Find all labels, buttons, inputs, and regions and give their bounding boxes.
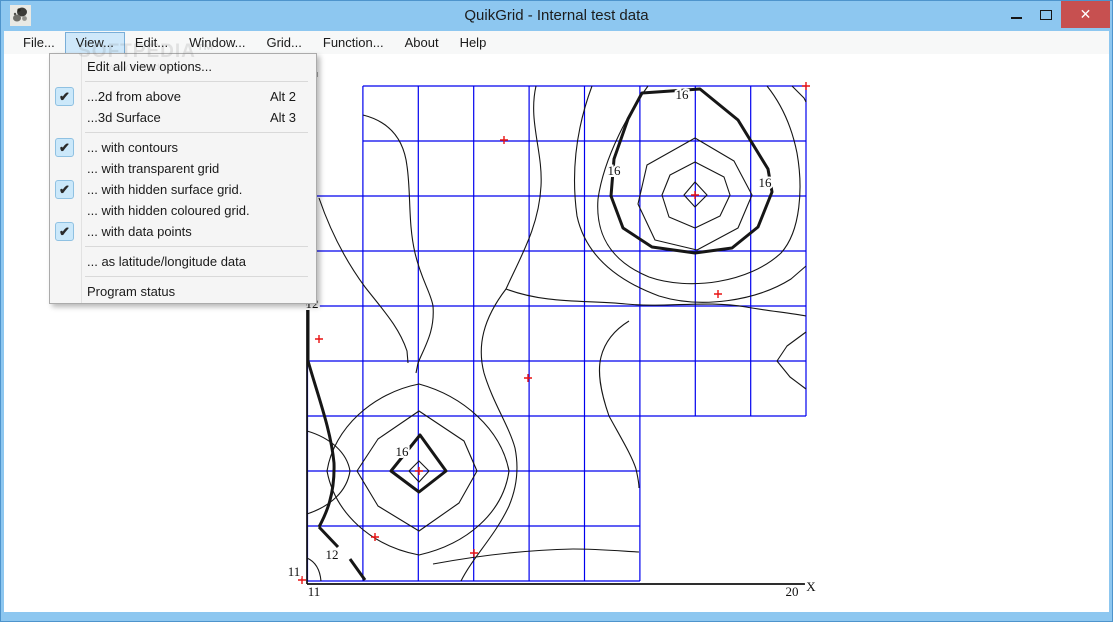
view-menu-item-with-contours[interactable]: ✔ ... with contours [50,137,316,158]
maximize-button[interactable] [1031,1,1061,28]
menu-separator [50,77,316,86]
view-menu-item-with-transparent-grid[interactable]: ... with transparent grid [50,158,316,179]
view-menu-item-as-latitude-longitude-data[interactable]: ... as latitude/longitude data [50,251,316,272]
view-menu-item-2d-from-above[interactable]: ✔ ...2d from above Alt 2 [50,86,316,107]
menu-separator [50,128,316,137]
menu-item-label: Edit all view options... [87,59,212,74]
menu-item-label: ... with transparent grid [87,161,219,176]
close-icon: ✕ [1080,6,1092,23]
view-menu-item-3d-surface[interactable]: ...3d Surface Alt 3 [50,107,316,128]
menu-item-shortcut: Alt 2 [270,89,296,104]
menu-bar: File...View...Edit...Window...Grid...Fun… [4,31,1109,54]
menubar-item-edit[interactable]: Edit... [125,33,178,53]
menu-item-label: ... with hidden coloured grid. [87,203,250,218]
menu-separator [50,272,316,281]
menubar-item-about[interactable]: About [395,33,449,53]
menu-item-shortcut: Alt 3 [270,110,296,125]
view-menu-item-edit-all-view-options[interactable]: Edit all view options... [50,56,316,77]
menubar-item-grid[interactable]: Grid... [256,33,311,53]
close-button[interactable]: ✕ [1061,1,1110,28]
menubar-item-function[interactable]: Function... [313,33,394,53]
app-window: 161616161212111120X QuikGrid - Internal … [0,0,1113,622]
view-menu: Edit all view options... ✔ ...2d from abov… [49,53,317,304]
menu-separator [50,242,316,251]
menu-item-label: Program status [87,284,175,299]
view-menu-item-with-hidden-coloured-grid[interactable]: ... with hidden coloured grid. [50,200,316,221]
menu-item-label: ... with contours [87,140,178,155]
menu-item-label: ...3d Surface [87,110,161,125]
checkmark-icon: ✔ [55,180,74,199]
window-title: QuikGrid - Internal test data [1,7,1112,24]
menu-item-label: ... with hidden surface grid. [87,182,242,197]
menubar-item-view[interactable]: View... [66,33,124,53]
view-menu-item-program-status[interactable]: Program status [50,281,316,302]
view-menu-item-with-hidden-surface-grid[interactable]: ✔ ... with hidden surface grid. [50,179,316,200]
maximize-icon [1040,10,1052,20]
checkmark-icon: ✔ [55,87,74,106]
menubar-item-window[interactable]: Window... [179,33,255,53]
menu-item-label: ...2d from above [87,89,181,104]
menubar-item-help[interactable]: Help [450,33,497,53]
checkmark-icon: ✔ [55,222,74,241]
menubar-item-file[interactable]: File... [13,33,65,53]
title-bar[interactable]: QuikGrid - Internal test data ✕ [1,1,1112,31]
minimize-icon [1011,17,1022,19]
minimize-button[interactable] [1001,1,1031,28]
view-menu-item-with-data-points[interactable]: ✔ ... with data points [50,221,316,242]
menu-item-label: ... as latitude/longitude data [87,254,246,269]
menu-item-label: ... with data points [87,224,192,239]
window-controls: ✕ [1001,1,1110,28]
checkmark-icon: ✔ [55,138,74,157]
